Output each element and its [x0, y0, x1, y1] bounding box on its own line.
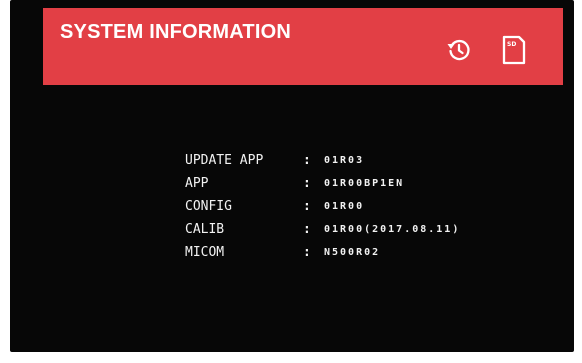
- history-icon: [447, 39, 470, 61]
- history-button[interactable]: [443, 34, 475, 66]
- info-label: CONFIG: [185, 199, 232, 214]
- info-label: MICOM: [185, 245, 225, 260]
- info-value: N500R02: [324, 247, 381, 258]
- info-separator: :: [303, 176, 311, 191]
- info-value: 01R00BP1EN: [324, 178, 405, 189]
- info-value: 01R00(2017.08.11): [324, 224, 461, 235]
- info-label: CALIB: [185, 222, 225, 237]
- info-separator: :: [303, 199, 311, 214]
- info-value: 01R00: [324, 201, 365, 212]
- info-separator: :: [303, 245, 311, 260]
- info-label: UPDATE APP: [185, 153, 264, 168]
- device-screen: SYSTEM INFORMATION SD UPDATE APP : 01R03: [10, 0, 574, 352]
- sd-card-button[interactable]: SD: [498, 34, 530, 66]
- info-row-calib: CALIB : 01R00(2017.08.11): [174, 218, 460, 241]
- info-separator: :: [303, 222, 311, 237]
- sd-card-label: SD: [507, 41, 516, 48]
- sd-card-icon: SD: [502, 35, 526, 65]
- info-row-micom: MICOM : N500R02: [174, 241, 460, 264]
- info-row-config: CONFIG : 01R00: [174, 195, 460, 218]
- info-separator: :: [303, 153, 311, 168]
- info-value: 01R03: [324, 155, 365, 166]
- info-row-app: APP : 01R00BP1EN: [174, 172, 460, 195]
- info-label: APP: [185, 176, 209, 191]
- page-title: SYSTEM INFORMATION: [60, 21, 292, 43]
- header-bar: SYSTEM INFORMATION SD: [43, 8, 563, 85]
- info-row-update-app: UPDATE APP : 01R03: [174, 149, 460, 172]
- system-info-table: UPDATE APP : 01R03 APP : 01R00BP1EN CONF…: [174, 149, 460, 264]
